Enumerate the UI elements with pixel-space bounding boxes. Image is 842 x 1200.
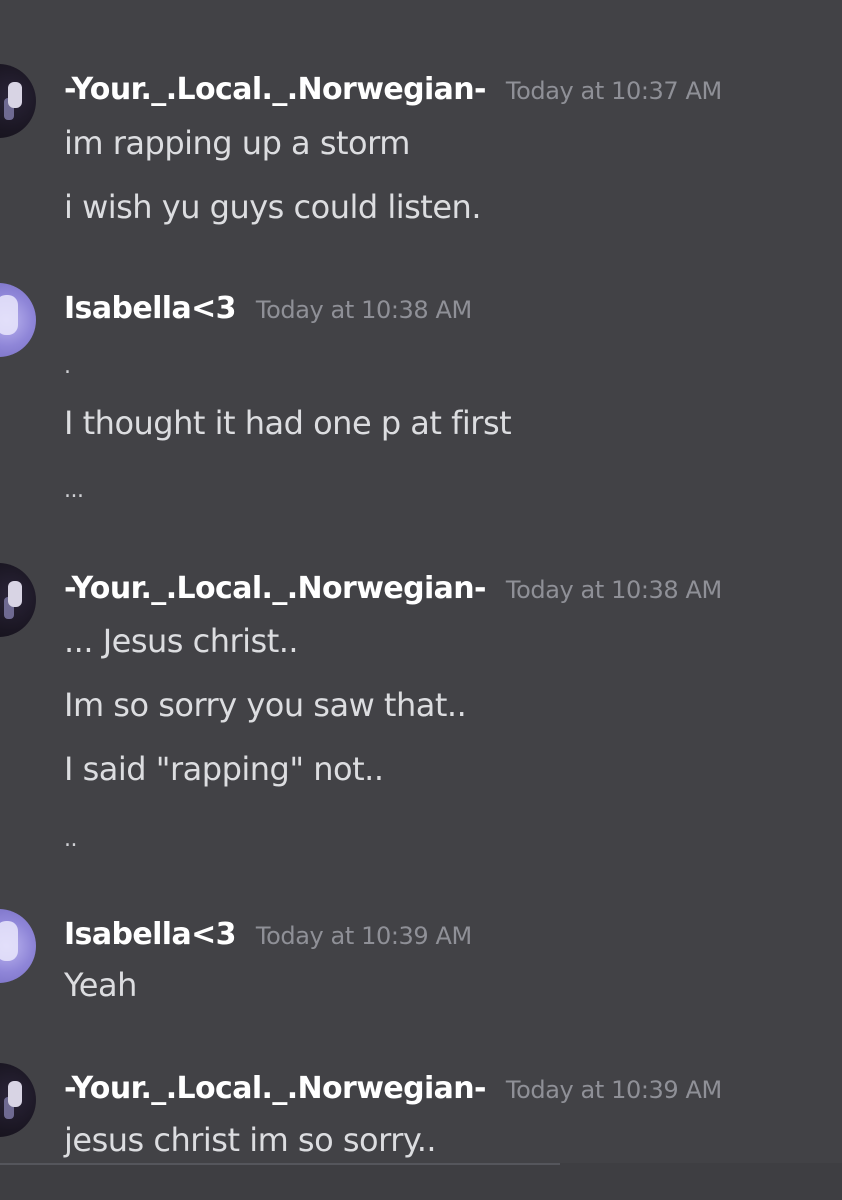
avatar[interactable] (0, 1063, 36, 1137)
message-header: Isabella<3 Today at 10:39 AM (64, 915, 472, 955)
message-text: Yeah (64, 966, 137, 1004)
message-header: -Your._.Local._.Norwegian- Today at 10:38… (64, 569, 722, 609)
username[interactable]: Isabella<3 (64, 917, 237, 952)
timestamp[interactable]: Today at 10:39 AM (256, 922, 472, 950)
username[interactable]: -Your._.Local._.Norwegian- (64, 72, 487, 107)
avatar[interactable] (0, 909, 36, 983)
message-text: I said "rapping" not.. (64, 750, 384, 788)
message-text: jesus christ im so sorry.. (64, 1121, 437, 1159)
message-text: I thought it had one p at first (64, 404, 512, 442)
message-text: ... Jesus christ.. (64, 622, 299, 660)
chat-log: -Your._.Local._.Norwegian- Today at 10:37… (0, 0, 842, 1200)
timestamp[interactable]: Today at 10:38 AM (506, 576, 722, 604)
message-text: . (64, 354, 71, 379)
username[interactable]: Isabella<3 (64, 291, 237, 326)
message-text: ... (64, 478, 84, 503)
avatar[interactable] (0, 563, 36, 637)
message-text: Im so sorry you saw that.. (64, 686, 467, 724)
message-text: .. (64, 827, 78, 852)
message-header: Isabella<3 Today at 10:38 AM (64, 289, 472, 329)
message-header: -Your._.Local._.Norwegian- Today at 10:37… (64, 70, 722, 110)
username[interactable]: -Your._.Local._.Norwegian- (64, 1071, 487, 1106)
timestamp[interactable]: Today at 10:39 AM (506, 1076, 722, 1104)
avatar[interactable] (0, 283, 36, 357)
message-text: im rapping up a storm (64, 124, 410, 162)
bottom-area (0, 1163, 842, 1200)
username[interactable]: -Your._.Local._.Norwegian- (64, 571, 487, 606)
timestamp[interactable]: Today at 10:38 AM (256, 296, 472, 324)
message-text: i wish yu guys could listen. (64, 188, 481, 226)
timestamp[interactable]: Today at 10:37 AM (506, 77, 722, 105)
avatar[interactable] (0, 64, 36, 138)
message-header: -Your._.Local._.Norwegian- Today at 10:39… (64, 1069, 722, 1109)
divider (0, 1163, 560, 1165)
